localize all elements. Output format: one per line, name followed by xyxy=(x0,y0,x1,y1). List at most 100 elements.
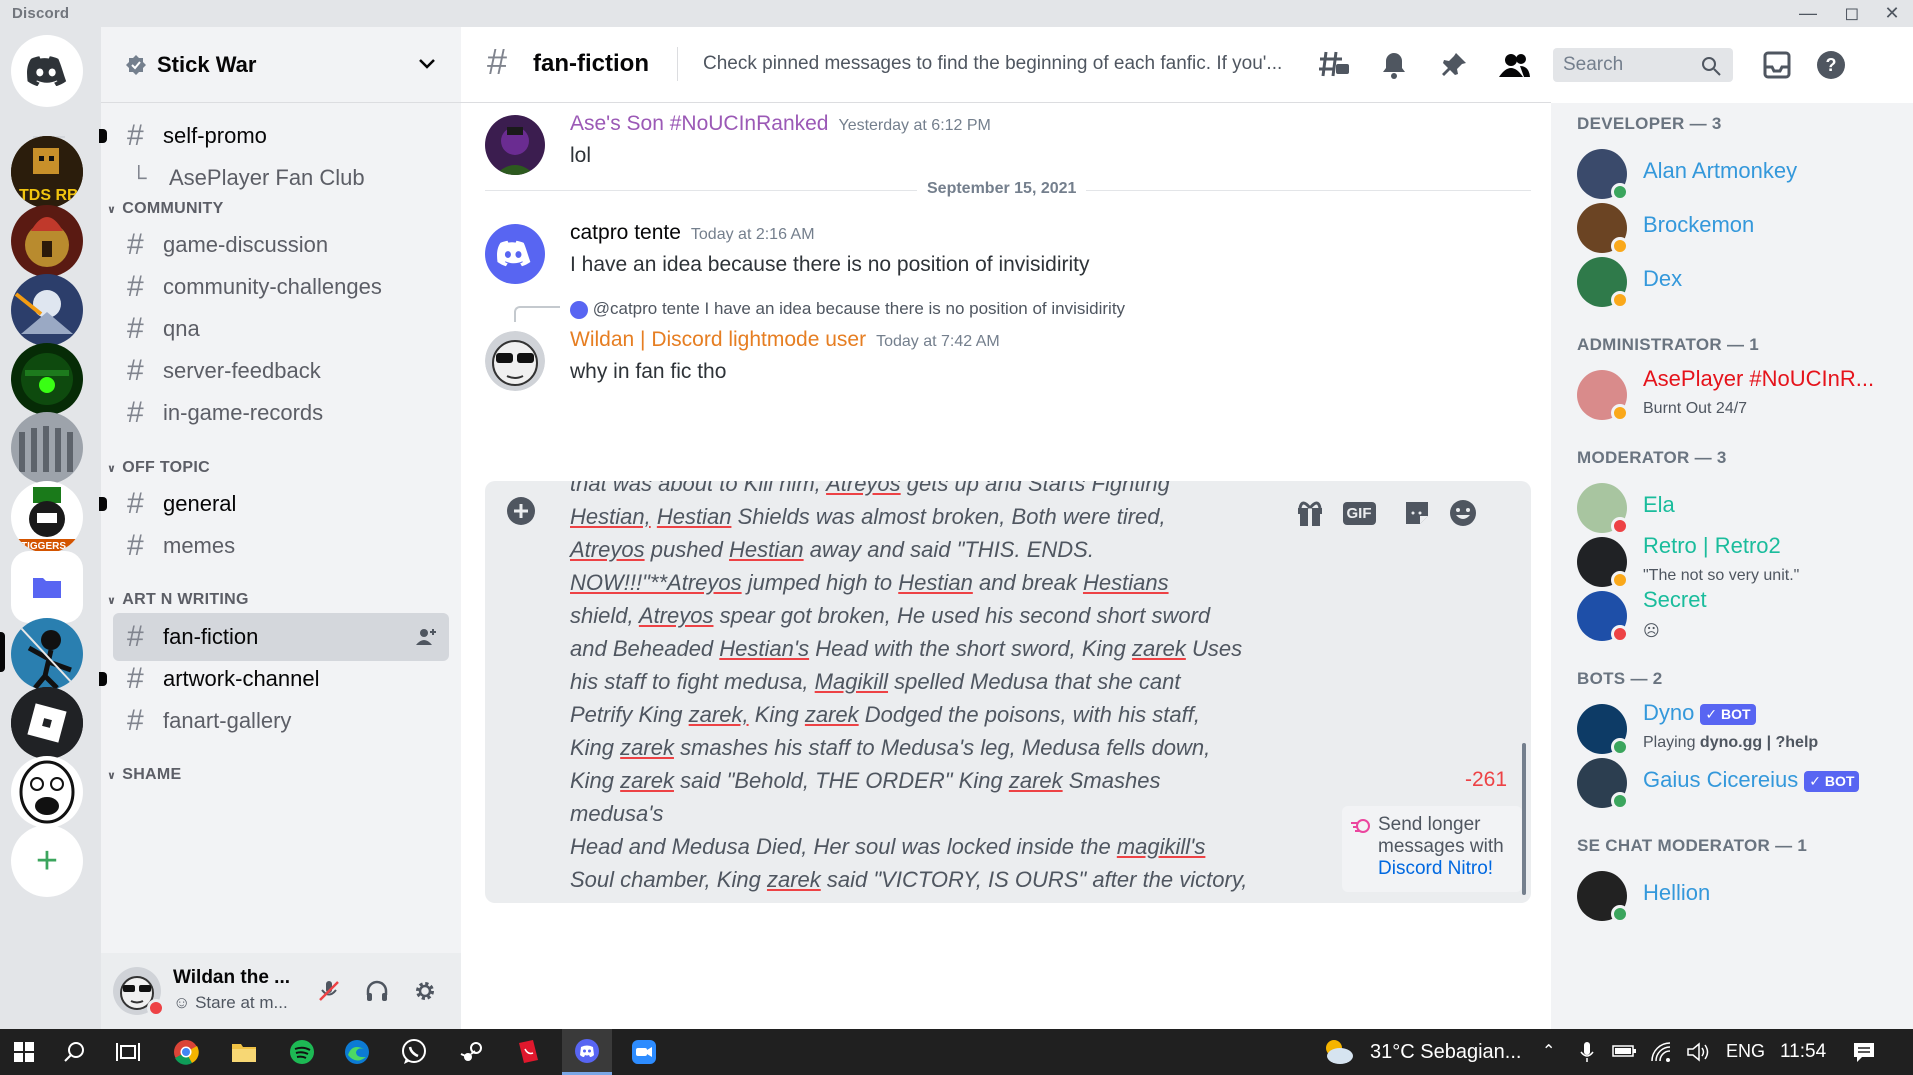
category-community[interactable]: ∨ COMMUNITY xyxy=(107,200,224,218)
nitro-link[interactable]: Discord Nitro! xyxy=(1378,858,1493,879)
clock[interactable]: 11:54 xyxy=(1780,1041,1826,1063)
weather-text[interactable]: 31°C Sebagian... xyxy=(1370,1041,1521,1064)
channel-artwork-channel[interactable]: # artwork-channel xyxy=(99,655,449,703)
minimize-button[interactable]: — xyxy=(1786,0,1830,27)
pdf-taskbar-icon[interactable] xyxy=(504,1029,552,1075)
threads-button[interactable] xyxy=(1316,47,1352,83)
server-icon-tds[interactable]: TDS RB xyxy=(11,136,83,208)
channel-self-promo[interactable]: # self-promo xyxy=(99,112,449,160)
reply-preview[interactable]: @catpro tente I have an idea because the… xyxy=(570,299,1125,319)
author-avatar[interactable] xyxy=(485,115,545,175)
member-item[interactable]: Ela xyxy=(1577,483,1907,535)
reply-text: I have an idea because there is no posit… xyxy=(704,299,1126,318)
server-icon-roblox[interactable] xyxy=(11,687,83,759)
member-list-button[interactable] xyxy=(1496,47,1532,83)
chrome-taskbar-icon[interactable] xyxy=(162,1029,210,1075)
battery-tray-icon[interactable] xyxy=(1612,1043,1638,1059)
author-name[interactable]: catpro tente xyxy=(570,221,681,244)
channel-game-discussion[interactable]: # game-discussion xyxy=(113,221,449,269)
home-button[interactable] xyxy=(11,35,83,107)
maximize-button[interactable]: ◻ xyxy=(1830,0,1874,27)
speaker-tray-icon[interactable] xyxy=(1686,1041,1710,1063)
discord-taskbar-icon[interactable] xyxy=(562,1029,612,1075)
member-item[interactable]: Retro | Retro2 "The not so very unit." xyxy=(1577,533,1907,589)
category-shame[interactable]: ∨ SHAME xyxy=(107,766,182,784)
channel-qna[interactable]: # qna xyxy=(113,305,449,353)
server-icon-stick-war[interactable] xyxy=(11,618,83,690)
author-avatar[interactable] xyxy=(485,224,545,284)
composer-line: Atreyos pushed Hestian away and said "TH… xyxy=(570,537,1094,562)
inbox-button[interactable] xyxy=(1759,47,1795,83)
chevron-up-icon[interactable]: ⌃ xyxy=(1542,1041,1555,1061)
thread-aseplayer-fan-club[interactable]: └ AsePlayer Fan Club xyxy=(113,154,449,202)
help-button[interactable]: ? xyxy=(1813,47,1849,83)
emoji-button[interactable] xyxy=(1443,493,1483,533)
deafen-button[interactable] xyxy=(357,971,397,1011)
steam-taskbar-icon[interactable] xyxy=(448,1029,496,1075)
notifications-icon[interactable] xyxy=(1852,1041,1876,1063)
wifi-tray-icon[interactable] xyxy=(1650,1041,1674,1063)
gift-button[interactable] xyxy=(1290,493,1330,533)
spotify-taskbar-icon[interactable] xyxy=(278,1029,326,1075)
server-icon-rage-face[interactable] xyxy=(11,756,83,828)
server-icon-spartan[interactable] xyxy=(11,205,83,277)
mute-button[interactable] xyxy=(309,971,349,1011)
add-server-button[interactable]: + xyxy=(11,825,83,897)
server-header[interactable]: Stick War xyxy=(101,27,461,103)
author-avatar[interactable] xyxy=(485,331,545,391)
gif-button[interactable]: GIF xyxy=(1339,493,1379,533)
channel-memes[interactable]: # memes xyxy=(113,522,449,570)
channel-in-game-records[interactable]: # in-game-records xyxy=(113,389,449,437)
channel-community-challenges[interactable]: # community-challenges xyxy=(113,263,449,311)
zoom-taskbar-icon[interactable] xyxy=(620,1029,668,1075)
notification-settings-button[interactable] xyxy=(1376,47,1412,83)
server-icon-tiggers[interactable]: TIGGERS xyxy=(11,481,83,553)
search-taskbar-button[interactable] xyxy=(50,1029,98,1075)
search-input[interactable]: Search xyxy=(1553,48,1733,82)
chevron-down-icon[interactable] xyxy=(417,53,437,73)
member-item[interactable]: Alan Artmonkey xyxy=(1577,149,1907,201)
author-name[interactable]: Wildan | Discord lightmode user xyxy=(570,328,866,351)
server-folder[interactable] xyxy=(11,551,83,623)
member-item[interactable]: Dyno ✓ BOT Playing dyno.gg | ?help xyxy=(1577,700,1907,756)
upload-button[interactable] xyxy=(501,491,541,531)
pinned-messages-button[interactable] xyxy=(1436,47,1472,83)
member-item[interactable]: Brockemon xyxy=(1577,203,1907,255)
invite-user-icon[interactable] xyxy=(415,627,437,647)
channel-topic[interactable]: Check pinned messages to find the beginn… xyxy=(703,53,1303,75)
channel-fanart-gallery[interactable]: # fanart-gallery xyxy=(113,697,449,745)
channel-fan-fiction[interactable]: # fan-fiction xyxy=(113,613,449,661)
server-icon-battle[interactable] xyxy=(11,274,83,346)
hash-icon: # xyxy=(127,228,144,261)
category-art-n-writing[interactable]: ∨ ART N WRITING xyxy=(107,591,249,609)
whatsapp-taskbar-icon[interactable] xyxy=(390,1029,438,1075)
message-header: Ase's Son #NoUCInRanked Yesterday at 6:12… xyxy=(570,112,991,136)
weather-icon[interactable] xyxy=(1322,1038,1354,1071)
message-composer[interactable]: that was about to Kill him, Atreyos gets… xyxy=(485,481,1531,903)
author-name[interactable]: Ase's Son #NoUCInRanked xyxy=(570,112,828,135)
task-view-button[interactable] xyxy=(104,1029,152,1075)
close-button[interactable]: ✕ xyxy=(1870,0,1913,27)
category-off-topic[interactable]: ∨ OFF TOPIC xyxy=(107,459,210,477)
language-indicator[interactable]: ENG xyxy=(1726,1041,1765,1062)
member-item[interactable]: Gaius Cicereius ✓ BOT xyxy=(1577,758,1907,810)
member-item[interactable]: Hellion xyxy=(1577,871,1907,923)
member-name: Secret xyxy=(1643,587,1707,613)
member-item[interactable]: Secret ☹ xyxy=(1577,587,1907,643)
file-explorer-taskbar-icon[interactable] xyxy=(220,1029,268,1075)
server-icon-green[interactable] xyxy=(11,343,83,415)
member-item[interactable]: AsePlayer #NoUCInR... Burnt Out 24/7 xyxy=(1577,366,1907,422)
start-button[interactable] xyxy=(0,1029,48,1075)
microphone-tray-icon[interactable] xyxy=(1580,1041,1594,1063)
composer-scrollbar[interactable] xyxy=(1522,743,1526,895)
bot-badge: ✓ BOT xyxy=(1804,770,1860,792)
edge-taskbar-icon[interactable] xyxy=(333,1029,381,1075)
member-item[interactable]: Dex xyxy=(1577,257,1907,309)
svg-text:TDS RB: TDS RB xyxy=(19,187,79,204)
user-settings-button[interactable] xyxy=(405,971,445,1011)
channel-general[interactable]: # general xyxy=(99,480,449,528)
message-input[interactable]: that was about to Kill him, Atreyos gets… xyxy=(570,481,1260,903)
channel-server-feedback[interactable]: # server-feedback xyxy=(113,347,449,395)
server-icon-army[interactable] xyxy=(11,412,83,484)
sticker-button[interactable] xyxy=(1397,493,1437,533)
